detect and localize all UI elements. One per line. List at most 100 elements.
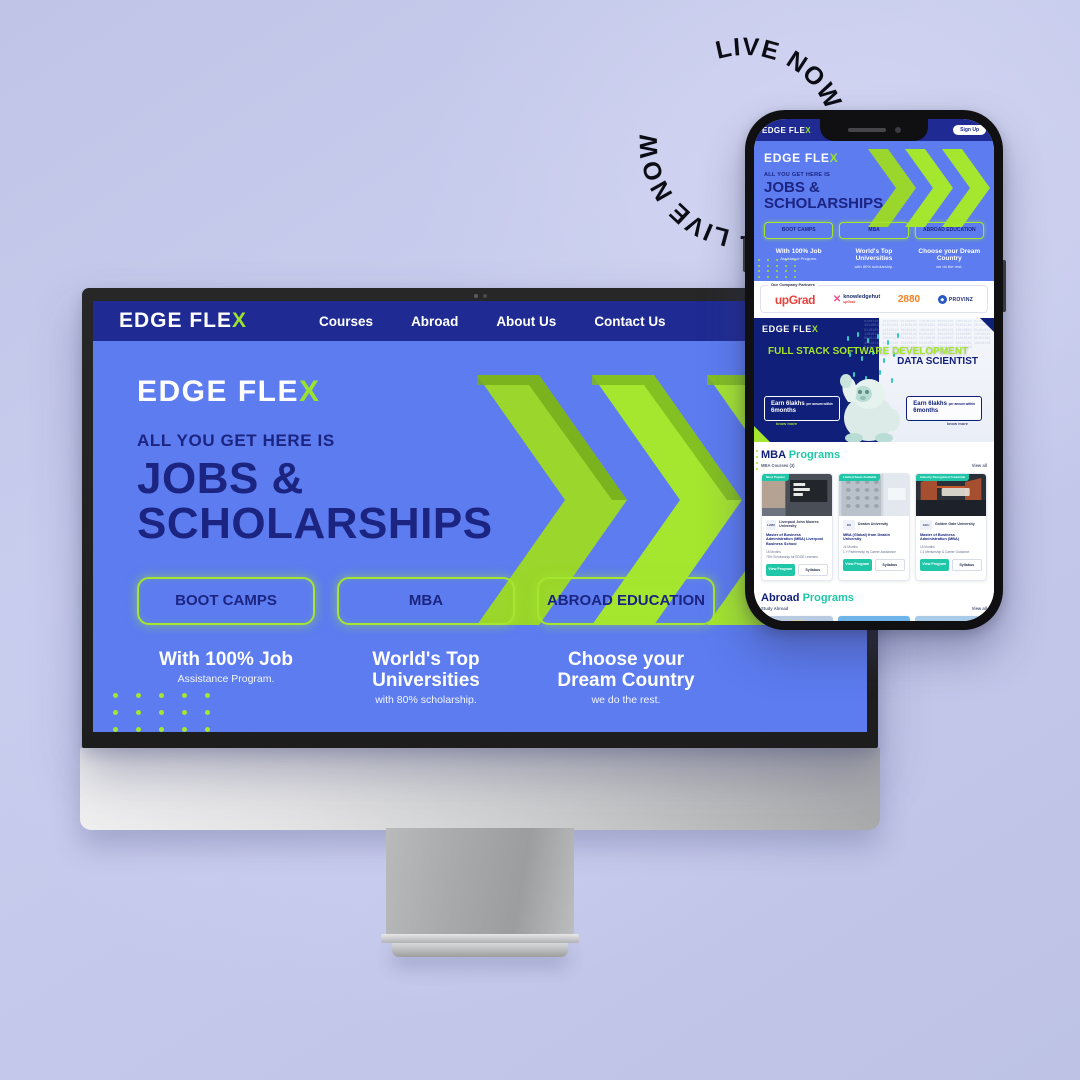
phone-feature-universities-sub: with 80% scholarship. (854, 263, 894, 269)
mba-card-meta: 18 Months 75% Scholarship for EDGE Learn… (766, 550, 828, 560)
phone-signup-button[interactable]: Sign Up (953, 125, 986, 135)
phone-feature-universities: World's Top Universities with 80% schola… (839, 248, 908, 269)
syllabus-button[interactable]: Syllabus (874, 558, 905, 571)
course-banner[interactable]: 01001101 10110010 01101001 11010110 0010… (754, 317, 994, 442)
feature-jobs: With 100% Job Assistance Program. (137, 649, 315, 707)
partners-box: Our Company Partners upGrad ✕ knowledgeh… (760, 281, 988, 313)
phone-hero-title-line-2: SCHOLARSHIPS (764, 194, 884, 212)
pill-mba[interactable]: MBA (337, 576, 515, 625)
webcam-icon (470, 293, 490, 298)
mba-card-image: Industry Recognised Credential (916, 473, 986, 516)
phone-camera-icon (894, 127, 901, 133)
mba-card-badge: Limited Seats Available (839, 473, 881, 481)
partner-logo-knowledgehut: ✕ knowledgehut upGrad (833, 294, 880, 305)
phone-feature-country: Choose your Dream Country we do the rest… (915, 248, 984, 269)
view-program-button[interactable]: View Program (843, 558, 872, 571)
navbar-logo[interactable]: EDGE FLEX (119, 309, 247, 333)
mba-heading-main: MBA (761, 448, 789, 461)
mba-card-body: DU Deakin University MBA (Global) from D… (839, 516, 909, 575)
feature-jobs-sub: Assistance Program. (177, 673, 275, 686)
pill-abroad-education[interactable]: ABROAD EDUCATION (537, 576, 715, 625)
navbar-logo-accent: X (232, 309, 248, 332)
phone-notch (820, 119, 928, 141)
mba-card-image: Limited Seats Available (839, 473, 909, 516)
syllabus-button[interactable]: Syllabus (951, 558, 982, 571)
abroad-programs-section: Abroad Programs Study Abroad View all (754, 584, 994, 621)
mba-card-list: Most Popular LJMU Liverpool John Moores … (761, 472, 987, 581)
mba-card-university-name: Liverpool John Moores University (779, 519, 819, 528)
mba-card-university: DU Deakin University (843, 519, 905, 530)
banner-corner-accent-green (754, 425, 770, 442)
view-program-button[interactable]: View Program (920, 558, 949, 571)
phone-feature-country-title: Choose your Dream Country (918, 248, 981, 263)
mba-card-title: Master of Business Administration (MBA) … (766, 532, 824, 547)
partners-logos: upGrad ✕ knowledgehut upGrad 2880 ◆ PROVI… (766, 293, 982, 307)
mba-card-body: LJMU Liverpool John Moores University Ma… (762, 516, 832, 580)
banner-right-know-more-link[interactable]: know more (947, 421, 968, 426)
knowledgehut-mark-icon: ✕ (832, 294, 842, 306)
mba-card[interactable]: Industry Recognised Credential GGU Golde… (915, 472, 987, 581)
monitor-stand-foot-top (381, 934, 579, 943)
provinz-shield-icon: ◆ (937, 295, 947, 305)
syllabus-button[interactable]: Syllabus (797, 563, 828, 576)
banner-left-earn-small: per annum within (806, 401, 833, 406)
phone-pill-abroad-education[interactable]: ABROAD EDUCATION (914, 222, 984, 240)
banner-right-earn-small: per annum within (948, 401, 975, 406)
feature-universities-sub: with 80% scholarship. (375, 694, 477, 707)
mba-heading-accent: Programs (788, 448, 841, 461)
phone-hero-title-line-1: JOBS & (764, 179, 820, 196)
mba-card-meta: 15 Months 1:1 Mentorship & Career Guidan… (920, 545, 982, 555)
phone-pill-mba[interactable]: MBA (839, 222, 909, 240)
feature-universities: World's Top Universities with 80% schola… (337, 649, 515, 707)
university-logo-icon: DU (843, 519, 855, 530)
mba-card[interactable]: Most Popular LJMU Liverpool John Moores … (761, 472, 833, 581)
banner-corner-accent (980, 317, 994, 332)
banner-right-earn-line2: 6months (913, 408, 939, 415)
phone-navbar-logo[interactable]: EDGE FLEX (762, 126, 811, 135)
mba-view-all-link[interactable]: View all (972, 463, 987, 468)
feature-country: Choose your Dream Country we do the rest… (537, 649, 715, 707)
mba-card-perk: 1:1 Mentorship & Career Guidance (920, 549, 970, 554)
abroad-card-image (761, 615, 833, 621)
banner-left-earn-line2: 6months (771, 408, 797, 415)
phone-category-pills: BOOT CAMPS MBA ABROAD EDUCATION (764, 222, 994, 240)
partner-logo-upgrad: upGrad (774, 292, 816, 307)
abroad-card-image (838, 615, 910, 621)
banner-left-know-more-link[interactable]: know more (776, 421, 797, 426)
nav-link-contact-us[interactable]: Contact Us (594, 314, 665, 329)
phone-speaker-icon (847, 128, 886, 132)
mba-card[interactable]: Limited Seats Available DU Deakin Univer… (838, 472, 910, 581)
mba-subheader: MBA Courses (3) View all (761, 463, 987, 468)
abroad-card[interactable]: Bachelor Degree Abroad (761, 615, 833, 621)
nav-link-about-us[interactable]: About Us (496, 314, 556, 329)
nav-link-abroad[interactable]: Abroad (411, 314, 458, 329)
abroad-card[interactable]: PhD Abroad (915, 615, 987, 621)
banner-left-earn-badge: Earn 6lakhs per annum within 6months (764, 395, 840, 421)
banner-left-earn-line1: Earn 6lakhs per annum within (771, 400, 833, 407)
yeti-mascot-illustration (832, 356, 906, 442)
knowledgehut-name: knowledgehut upGrad (843, 294, 881, 304)
mba-heading: MBA Programs (761, 449, 987, 461)
phone-hero-logo: EDGE FLEX (764, 151, 994, 165)
banner-right-earn-badge: Earn 6lakhs per annum within 6months (906, 395, 982, 421)
mba-programs-section: MBA Programs MBA Courses (3) View all Mo… (754, 441, 994, 585)
knowledgehut-sub: upGrad (843, 299, 856, 304)
provinz-name: PROVINZ (948, 296, 974, 303)
mba-card-badge: Most Popular (762, 473, 790, 481)
pill-boot-camps[interactable]: BOOT CAMPS (137, 576, 315, 625)
mba-card-title: Master of Business Administration (MBA) (920, 532, 960, 542)
view-program-button[interactable]: View Program (766, 563, 795, 576)
hero-features: With 100% Job Assistance Program. World'… (137, 649, 867, 707)
abroad-heading: Abroad Programs (761, 592, 987, 604)
university-logo-icon: LJMU (766, 519, 777, 530)
abroad-card-list: Bachelor Degree Abroad (761, 615, 987, 621)
feature-jobs-title: With 100% Job (159, 648, 293, 670)
mba-card-university: GGU Golden Gate University (920, 519, 982, 530)
hero-logo-accent: X (299, 375, 321, 408)
abroad-card[interactable]: Masters Abroad (838, 615, 910, 621)
monitor-stand-foot (392, 943, 568, 957)
abroad-view-all-link[interactable]: View all (972, 606, 987, 611)
banner-logo-text: EDGE FLE (762, 323, 812, 334)
phone-pill-boot-camps[interactable]: BOOT CAMPS (764, 222, 834, 240)
nav-link-courses[interactable]: Courses (319, 314, 373, 329)
